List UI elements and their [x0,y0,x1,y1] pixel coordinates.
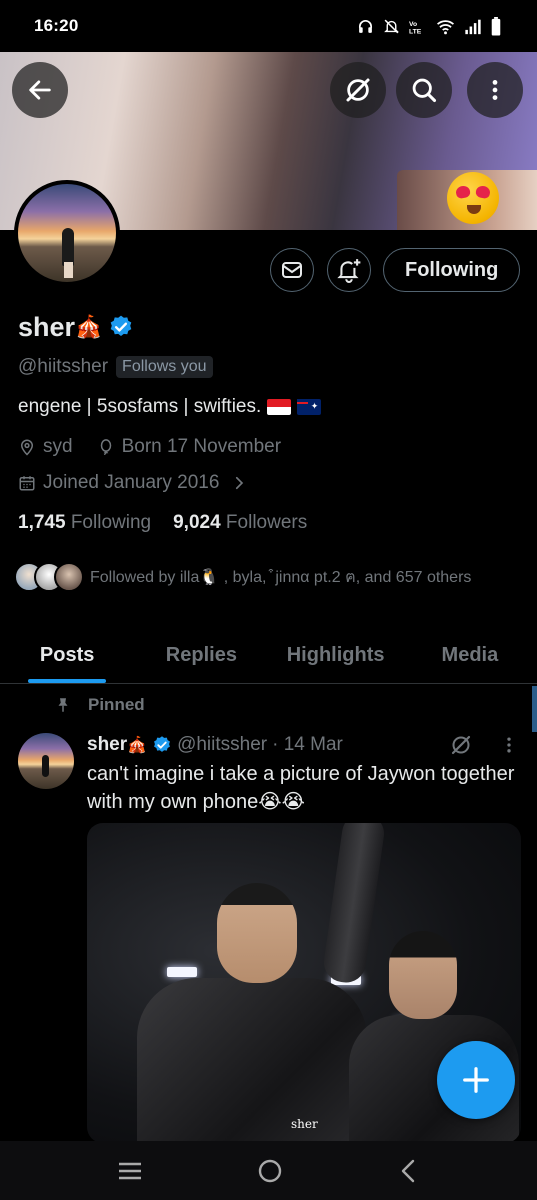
svg-text:Vo: Vo [409,20,417,27]
location-item: syd [18,436,73,458]
banner-inset-photo [397,170,537,230]
following-button[interactable]: Following [383,248,521,292]
bell-plus-icon [337,259,361,283]
status-icons: Vo LTE [357,16,501,36]
grok-icon[interactable] [449,733,473,757]
profile-avatar[interactable] [14,180,120,286]
message-button[interactable] [270,248,314,292]
headphones-icon [358,19,373,33]
display-name: sher [18,311,76,342]
pinned-post[interactable]: sher 🎪 @hiitssher · 14 Mar can't imagine … [87,732,521,816]
avatar [54,562,84,592]
tab-label: Media [441,644,499,666]
follows-you-badge: Follows you [116,356,213,378]
back-chevron-icon[interactable] [397,1157,421,1185]
grok-button[interactable] [330,62,386,118]
compose-button[interactable] [437,1041,515,1119]
grok-icon [346,78,370,102]
profile-meta: syd Born 17 November [18,436,523,458]
balloon-icon [100,439,111,455]
pinned-text: Pinned [88,695,145,714]
system-nav-bar [0,1141,537,1200]
tab-replies[interactable]: Replies [134,628,268,683]
tab-label: Replies [165,644,237,666]
svg-text:LTE: LTE [409,28,422,35]
media-watermark: sher [291,1117,318,1131]
follower-avatars [14,562,84,592]
post-author-handle: @hiitssher [177,734,268,755]
heart-eyes-emoji-icon [447,172,499,224]
tab-posts[interactable]: Posts [0,628,134,683]
tab-label: Highlights [286,644,385,666]
tab-media[interactable]: Media [403,628,537,683]
follow-counts: 1,745 Following 9,024 Followers [18,512,523,534]
location-pin-icon [20,439,34,456]
verified-badge-icon[interactable] [108,314,134,340]
name-row: sher 🎪 [18,308,523,346]
circus-tent-emoji-icon: 🎪 [127,737,148,754]
post-header: sher 🎪 @hiitssher · 14 Mar [87,732,521,758]
indonesia-flag-icon [267,399,292,415]
post-date: · 14 Mar [272,734,343,755]
recents-icon[interactable] [116,1159,144,1183]
post-author-avatar[interactable] [18,733,74,789]
verified-badge-icon[interactable] [152,735,172,755]
following-label: Following [70,512,152,533]
more-vertical-icon [492,80,498,100]
followers-label: Followers [225,512,308,533]
more-options-button[interactable] [467,62,523,118]
bell-muted-icon [384,19,399,33]
pin-icon [58,698,68,712]
followers-count: 9,024 [173,512,221,533]
profile-actions: Following [270,248,521,292]
chevron-right-icon [236,476,244,490]
location: syd [43,436,73,457]
back-button[interactable] [12,62,68,118]
arrow-left-icon [29,80,51,100]
signal-icon [465,19,481,34]
bio: engene | 5sosfams | swifties. [18,396,523,418]
search-button[interactable] [396,62,452,118]
active-tab-indicator [28,679,107,683]
scrollbar[interactable] [532,686,537,732]
plus-icon [463,1067,489,1093]
wifi-icon [437,19,454,34]
post-header-actions [449,733,521,757]
handle: @hiitssher [18,356,109,377]
following-count-link[interactable]: 1,745 Following [18,512,151,534]
birthday-item: Born 17 November [97,436,281,458]
bio-text: engene | 5sosfams | swifties. [18,396,262,417]
profile-tabs: Posts Replies Highlights Media [0,628,537,684]
joined-date: Joined January 2016 [43,472,220,493]
pinned-label: Pinned [54,695,145,715]
birthday: Born 17 November [121,436,282,457]
post-text: can't imagine i take a picture of Jaywon… [87,763,515,813]
notifications-button[interactable] [327,248,371,292]
handle-row: @hiitssher Follows you [18,356,523,378]
joined-item: Joined January 2016 [18,472,248,494]
following-count: 1,745 [18,512,66,533]
more-vertical-icon[interactable] [499,735,519,755]
home-circle-icon[interactable] [256,1157,284,1185]
australia-flag-icon [297,399,322,415]
calendar-icon [19,476,35,491]
followers-count-link[interactable]: 9,024 Followers [173,512,307,534]
post-author-name[interactable]: sher [87,734,127,756]
battery-icon [491,16,501,36]
volte-icon: VoLTE [409,20,422,35]
envelope-icon [282,262,302,278]
status-bar: 16:20 Vo LTE [0,0,537,52]
status-time: 16:20 [34,16,79,35]
profile-info: sher 🎪 @hiitssher Follows you engene | 5s… [14,308,523,592]
tab-label: Posts [39,644,95,666]
joined-row[interactable]: Joined January 2016 [18,472,523,494]
search-icon [412,78,437,103]
tab-highlights[interactable]: Highlights [269,628,403,683]
circus-tent-emoji-icon: 🎪 [75,314,103,339]
followed-by-text: Followed by illa🐧 , byla, ͒ jinnα pt.2 ฅ… [90,568,472,586]
followed-by-row[interactable]: Followed by illa🐧 , byla, ͒ jinnα pt.2 ฅ… [14,562,523,592]
